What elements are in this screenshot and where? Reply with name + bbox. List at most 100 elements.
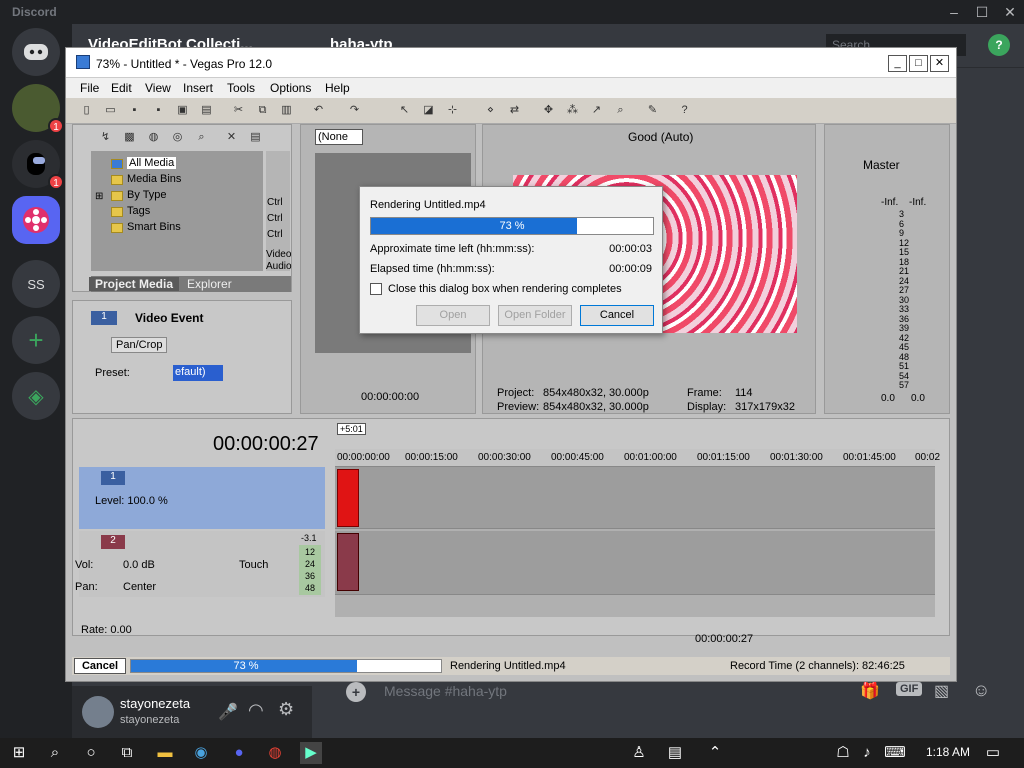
maximize-icon[interactable]: ☐ bbox=[972, 2, 992, 22]
get-media-icon[interactable]: ◍ bbox=[145, 129, 162, 146]
envelope-tool-icon[interactable]: ◪ bbox=[420, 102, 437, 119]
server-avatar-2[interactable]: 1 bbox=[12, 140, 64, 190]
menu-tools[interactable]: Tools bbox=[227, 81, 255, 95]
preset-select[interactable]: efault) bbox=[173, 365, 223, 381]
tree-item-smart-bins[interactable]: Smart Bins bbox=[127, 221, 181, 233]
auto-ripple-icon[interactable]: ⇄ bbox=[506, 102, 523, 119]
touch-mode[interactable]: Touch bbox=[239, 559, 268, 571]
file-explorer-icon[interactable]: ▬ bbox=[154, 742, 176, 764]
paste-icon[interactable]: ▥ bbox=[278, 102, 295, 119]
menu-insert[interactable]: Insert bbox=[183, 81, 213, 95]
server-avatar-1[interactable]: 1 bbox=[12, 84, 64, 134]
media-properties-icon[interactable]: ▤ bbox=[247, 129, 264, 146]
gif-button[interactable]: GIF bbox=[896, 682, 923, 696]
search-icon[interactable]: ⌕ bbox=[44, 742, 66, 764]
attach-icon[interactable]: + bbox=[346, 682, 366, 702]
render-icon[interactable]: ▣ bbox=[174, 102, 191, 119]
message-input[interactable]: Message #haha-ytp bbox=[384, 683, 507, 699]
volume-icon[interactable]: ♪ bbox=[856, 742, 878, 764]
cursor-icon[interactable]: ↗ bbox=[588, 102, 605, 119]
vegas-minimize-icon[interactable]: _ bbox=[888, 55, 907, 72]
import-media-icon[interactable]: ↯ bbox=[97, 129, 114, 146]
cut-icon[interactable]: ✂ bbox=[230, 102, 247, 119]
close-when-done-label[interactable]: Close this dialog box when rendering com… bbox=[388, 283, 622, 295]
server-ss[interactable]: SS bbox=[12, 260, 60, 308]
web-icon[interactable]: ◎ bbox=[169, 129, 186, 146]
notifications-icon[interactable]: ▭ bbox=[982, 742, 1004, 764]
properties-icon[interactable]: ▤ bbox=[198, 102, 215, 119]
timeline-area[interactable]: 00:00:00:00 00:00:15:00 00:00:30:00 00:0… bbox=[335, 449, 940, 617]
preview-quality[interactable]: Good (Auto) bbox=[628, 130, 693, 144]
gift-icon[interactable]: 🎁 bbox=[860, 681, 880, 701]
menu-help[interactable]: Help bbox=[325, 81, 350, 95]
close-icon[interactable]: ✕ bbox=[1000, 2, 1020, 22]
copy-icon[interactable]: ⧉ bbox=[254, 102, 271, 119]
timeline-ruler[interactable]: 00:00:00:00 00:00:15:00 00:00:30:00 00:0… bbox=[335, 449, 940, 467]
capture-icon[interactable]: ▩ bbox=[121, 129, 138, 146]
audio-clip[interactable] bbox=[337, 533, 359, 591]
explore-icon[interactable]: ◈ bbox=[12, 372, 60, 420]
menu-view[interactable]: View bbox=[145, 81, 171, 95]
menu-edit[interactable]: Edit bbox=[111, 81, 132, 95]
brush-icon[interactable]: ✎ bbox=[644, 102, 661, 119]
vegas-close-icon[interactable]: ✕ bbox=[930, 55, 949, 72]
zoom-icon[interactable]: ⌕ bbox=[612, 102, 629, 119]
discord-taskbar-icon[interactable]: ● bbox=[228, 742, 250, 764]
lock-envelopes-icon[interactable]: ✥ bbox=[540, 102, 557, 119]
minimize-icon[interactable]: – bbox=[944, 2, 964, 22]
undo-icon[interactable]: ↶ bbox=[310, 102, 327, 119]
network-icon[interactable]: ☖ bbox=[832, 742, 854, 764]
tree-item-tags[interactable]: Tags bbox=[127, 205, 150, 217]
tab-project-media[interactable]: Project Media bbox=[89, 277, 180, 291]
ignore-grouping-icon[interactable]: ⁂ bbox=[564, 102, 581, 119]
taskbar-clock[interactable]: 1:18 AM bbox=[926, 745, 970, 759]
new-icon[interactable]: ▯ bbox=[78, 102, 95, 119]
windows-start-icon[interactable]: ⊞ bbox=[8, 742, 30, 764]
open-button[interactable]: Open bbox=[416, 305, 490, 326]
trimmer-select[interactable]: (None bbox=[315, 129, 363, 145]
show-hidden-icons-icon[interactable]: ⌃ bbox=[704, 742, 726, 764]
snap-icon[interactable]: ⋄ bbox=[482, 102, 499, 119]
menu-options[interactable]: Options bbox=[270, 81, 311, 95]
save-as-icon[interactable]: ▪ bbox=[150, 102, 167, 119]
dialog-cancel-button[interactable]: Cancel bbox=[580, 305, 654, 326]
save-icon[interactable]: ▪ bbox=[126, 102, 143, 119]
audio-lane[interactable] bbox=[335, 531, 935, 595]
server-videoeditbot[interactable] bbox=[12, 196, 60, 244]
status-cancel-button[interactable]: Cancel bbox=[74, 658, 126, 674]
chrome-icon[interactable]: ◍ bbox=[264, 742, 286, 764]
mic-icon[interactable]: 🎤 bbox=[218, 702, 238, 722]
pan-crop-button[interactable]: Pan/Crop bbox=[111, 337, 168, 353]
news-icon[interactable]: ▤ bbox=[664, 742, 686, 764]
discord-home-icon[interactable] bbox=[12, 28, 60, 76]
vegas-taskbar-icon[interactable]: ▶ bbox=[300, 742, 322, 764]
avatar[interactable] bbox=[82, 696, 114, 728]
menu-file[interactable]: File bbox=[80, 81, 99, 95]
whats-this-icon[interactable]: ? bbox=[676, 102, 693, 119]
expand-icon[interactable]: ⊞ bbox=[95, 191, 103, 202]
sticker-icon[interactable]: ▧ bbox=[934, 681, 949, 701]
tree-item-by-type[interactable]: By Type bbox=[127, 189, 167, 201]
remove-icon[interactable]: ✕ bbox=[223, 129, 240, 146]
emoji-icon[interactable]: ☺ bbox=[972, 680, 990, 701]
redo-icon[interactable]: ↷ bbox=[346, 102, 363, 119]
tree-item-all-media[interactable]: All Media bbox=[127, 157, 177, 169]
video-clip[interactable] bbox=[337, 469, 359, 527]
selection-tool-icon[interactable]: ⊹ bbox=[444, 102, 461, 119]
normal-edit-tool-icon[interactable]: ↖ bbox=[396, 102, 413, 119]
task-view-icon[interactable]: ⧉ bbox=[116, 742, 138, 764]
search-media-icon[interactable]: ⌕ bbox=[193, 129, 210, 146]
cortana-icon[interactable]: ○ bbox=[80, 742, 102, 764]
headphones-icon[interactable]: ◠ bbox=[248, 700, 264, 721]
add-server-icon[interactable]: + bbox=[12, 316, 60, 364]
people-icon[interactable]: ♙ bbox=[628, 742, 650, 764]
keyboard-icon[interactable]: ⌨ bbox=[884, 742, 906, 764]
close-when-done-checkbox[interactable] bbox=[370, 283, 382, 295]
open-icon[interactable]: ▭ bbox=[102, 102, 119, 119]
settings-gear-icon[interactable]: ⚙ bbox=[278, 699, 294, 720]
tree-item-media-bins[interactable]: Media Bins bbox=[127, 173, 181, 185]
open-folder-button[interactable]: Open Folder bbox=[498, 305, 572, 326]
vegas-maximize-icon[interactable]: □ bbox=[909, 55, 928, 72]
video-lane[interactable] bbox=[335, 467, 935, 529]
browser-icon[interactable]: ◉ bbox=[190, 742, 212, 764]
